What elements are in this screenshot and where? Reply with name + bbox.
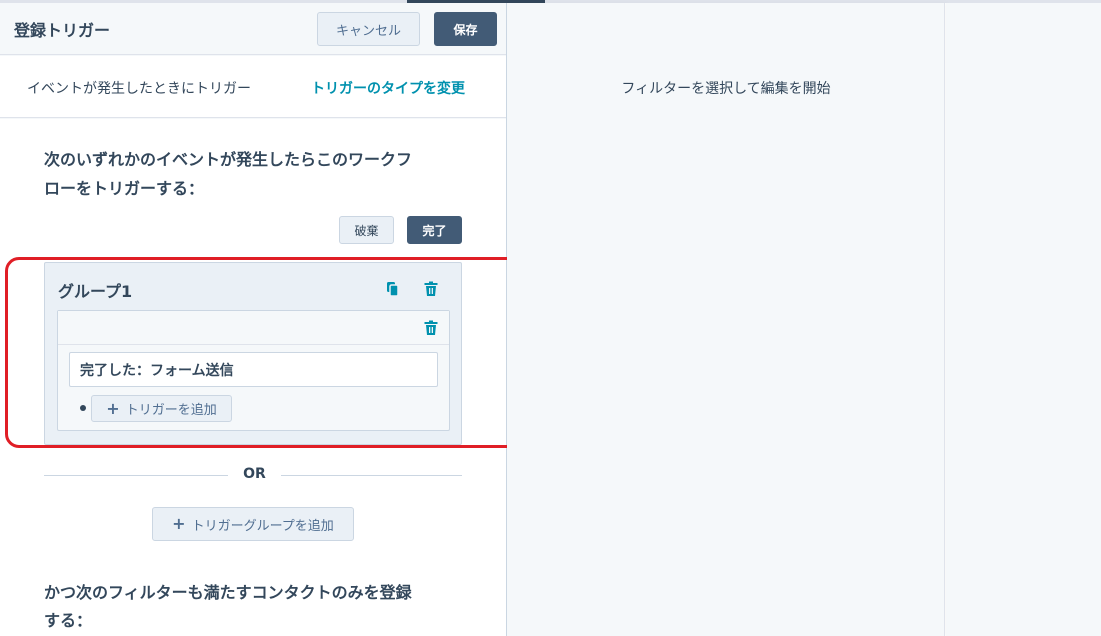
- trigger-heading-line1: 次のいずれかのイベントが発生したらこのワークフ: [44, 150, 413, 169]
- done-button[interactable]: 完了: [407, 216, 462, 244]
- group-title: グループ1: [58, 282, 133, 301]
- filter-heading-line2: する：: [44, 611, 93, 630]
- trigger-heading: 次のいずれかのイベントが発生したらこのワークフ ローをトリガーする：: [44, 145, 464, 203]
- filter-heading-line1: かつ次のフィルターも満たすコンタクトのみを登録: [44, 583, 412, 602]
- trash-icon[interactable]: [421, 318, 441, 338]
- bullet: [80, 405, 86, 411]
- background-canvas: [946, 3, 1101, 636]
- copy-icon[interactable]: [383, 279, 403, 299]
- add-trigger-label: トリガーを追加: [125, 403, 217, 418]
- divider: [281, 475, 462, 476]
- form-submission-filter[interactable]: 完了した：フォーム送信: [69, 352, 438, 387]
- trigger-heading-line2: ローをトリガーする：: [44, 179, 205, 198]
- trash-icon[interactable]: [421, 279, 441, 299]
- add-trigger-group-label: トリガーグループを追加: [191, 518, 334, 534]
- enrollment-trigger-panel: 登録トリガー キャンセル 保存 イベントが発生したときにトリガー トリガーのタイ…: [0, 3, 523, 636]
- filter-card-header: [58, 311, 449, 345]
- filter-heading: かつ次のフィルターも満たすコンタクトのみを登録 する：: [44, 579, 464, 635]
- cancel-button[interactable]: キャンセル: [317, 12, 420, 46]
- add-trigger-group-button[interactable]: + トリガーグループを追加: [152, 507, 354, 541]
- trigger-filter-card: 完了した：フォーム送信 + トリガーを追加: [57, 310, 450, 431]
- panel-title: 登録トリガー: [14, 21, 111, 40]
- plus-icon: +: [172, 514, 186, 533]
- plus-icon: +: [106, 398, 120, 418]
- trigger-type-bar: イベントが発生したときにトリガー トリガーのタイプを変更: [0, 56, 506, 118]
- divider: [44, 475, 228, 476]
- change-trigger-type-link[interactable]: トリガーのタイプを変更: [311, 78, 465, 98]
- save-button[interactable]: 保存: [434, 12, 497, 46]
- or-separator: OR: [243, 466, 266, 482]
- discard-button[interactable]: 破棄: [339, 216, 394, 244]
- add-trigger-button[interactable]: + トリガーを追加: [91, 395, 232, 422]
- panel-header: 登録トリガー キャンセル 保存: [0, 3, 506, 55]
- trigger-group-1: グループ1 完了した：フォーム送信 + トリガーを追加: [44, 262, 462, 445]
- trigger-type-text: イベントが発生したときにトリガー: [27, 81, 251, 97]
- filter-editor-panel: フィルターを選択して編集を開始: [507, 3, 945, 636]
- filter-editor-placeholder: フィルターを選択して編集を開始: [621, 81, 831, 97]
- trigger-content: 次のいずれかのイベントが発生したらこのワークフ ローをトリガーする： 破棄 完了…: [0, 119, 523, 636]
